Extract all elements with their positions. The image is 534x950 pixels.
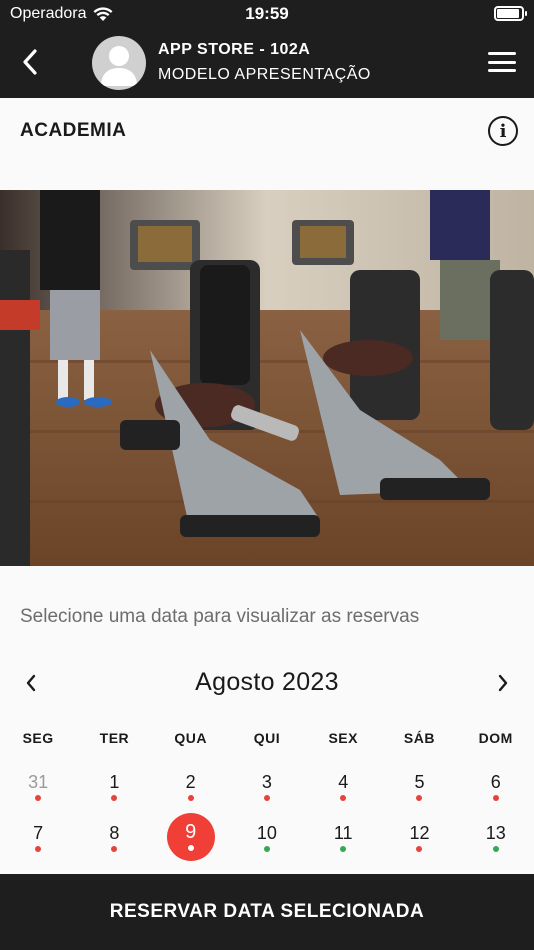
availability-dot bbox=[35, 795, 42, 801]
gym-photo bbox=[0, 190, 534, 566]
calendar-day[interactable]: 10 bbox=[229, 813, 305, 864]
status-bar: Operadora 19:59 bbox=[0, 0, 534, 30]
availability-dot bbox=[492, 846, 499, 852]
main-content: ACADEMIA i Selecione uma data para visua… bbox=[0, 98, 534, 874]
weekday-label: QUI bbox=[253, 730, 281, 746]
day-number: 5 bbox=[414, 772, 425, 792]
availability-dot bbox=[187, 795, 194, 801]
availability-dot bbox=[263, 795, 270, 801]
day-number: 6 bbox=[490, 772, 501, 792]
calendar-day-selected[interactable]: 9 bbox=[153, 813, 229, 864]
weekday-label: SÁB bbox=[403, 730, 435, 746]
day-number: 7 bbox=[33, 823, 44, 843]
app-header: APP STORE - 102A MODELO APRESENTAÇÃO bbox=[0, 30, 534, 98]
availability-dot bbox=[340, 795, 347, 801]
day-number: 10 bbox=[256, 823, 277, 843]
chevron-left-icon bbox=[23, 49, 37, 75]
calendar-day[interactable]: 1 bbox=[76, 762, 152, 813]
availability-dot bbox=[35, 846, 42, 852]
date-hint: Selecione uma data para visualizar as re… bbox=[20, 606, 420, 627]
day-number: 11 bbox=[333, 823, 353, 843]
avatar[interactable] bbox=[92, 36, 146, 90]
calendar-day[interactable]: 8 bbox=[76, 813, 152, 864]
day-number: 4 bbox=[338, 772, 349, 792]
availability-dot bbox=[187, 845, 194, 851]
weekday-label: QUA bbox=[174, 730, 207, 746]
calendar-day[interactable]: 5 bbox=[381, 762, 457, 813]
availability-dot bbox=[111, 795, 118, 801]
calendar-day[interactable]: 3 bbox=[229, 762, 305, 813]
status-time: 19:59 bbox=[245, 4, 289, 23]
calendar-month: Agosto 2023 bbox=[195, 668, 339, 696]
weekday-label: SEX bbox=[328, 730, 358, 746]
calendar-day[interactable]: 12 bbox=[381, 813, 457, 864]
calendar-day[interactable]: 2 bbox=[153, 762, 229, 813]
calendar-day[interactable]: 31 bbox=[0, 762, 76, 813]
next-month-button[interactable] bbox=[488, 668, 518, 698]
day-number: 9 bbox=[185, 821, 197, 843]
day-number: 12 bbox=[409, 823, 430, 843]
weekday-label: SEG bbox=[22, 730, 54, 746]
user-icon bbox=[101, 46, 137, 86]
availability-dot bbox=[340, 846, 347, 852]
battery-icon bbox=[494, 6, 527, 21]
header-subtitle: MODELO APRESENTAÇÃO bbox=[158, 66, 371, 83]
day-number: 31 bbox=[28, 772, 49, 792]
calendar-day[interactable]: 4 bbox=[305, 762, 381, 813]
header-title: APP STORE - 102A bbox=[158, 41, 311, 58]
availability-dot bbox=[492, 795, 499, 801]
day-number: 2 bbox=[185, 772, 196, 792]
day-number: 1 bbox=[109, 772, 120, 792]
reserve-date-button[interactable]: RESERVAR DATA SELECIONADA bbox=[0, 874, 534, 950]
availability-dot bbox=[111, 846, 118, 852]
calendar-days: 31 1 2 3 4 5 6 7 8 9 10 11 12 13 bbox=[0, 762, 534, 864]
day-number: 13 bbox=[485, 823, 506, 843]
calendar-day[interactable]: 6 bbox=[458, 762, 534, 813]
info-icon[interactable]: i bbox=[488, 116, 518, 146]
weekday-label: DOM bbox=[478, 730, 513, 746]
availability-dot bbox=[263, 846, 270, 852]
calendar-day[interactable]: 7 bbox=[0, 813, 76, 864]
calendar-day[interactable]: 11 bbox=[305, 813, 381, 864]
weekday-header: SEG TER QUA QUI SEX SÁB DOM bbox=[0, 730, 534, 746]
hamburger-menu-icon[interactable] bbox=[488, 50, 516, 74]
gym-illustration bbox=[0, 190, 534, 566]
chevron-right-icon bbox=[498, 674, 508, 692]
section-title: ACADEMIA bbox=[20, 120, 127, 141]
availability-dot bbox=[416, 795, 423, 801]
availability-dot bbox=[416, 846, 423, 852]
weekday-label: TER bbox=[99, 730, 130, 746]
day-number: 3 bbox=[261, 772, 272, 792]
day-number: 8 bbox=[109, 823, 120, 843]
calendar-day[interactable]: 13 bbox=[458, 813, 534, 864]
back-button[interactable] bbox=[14, 46, 46, 78]
